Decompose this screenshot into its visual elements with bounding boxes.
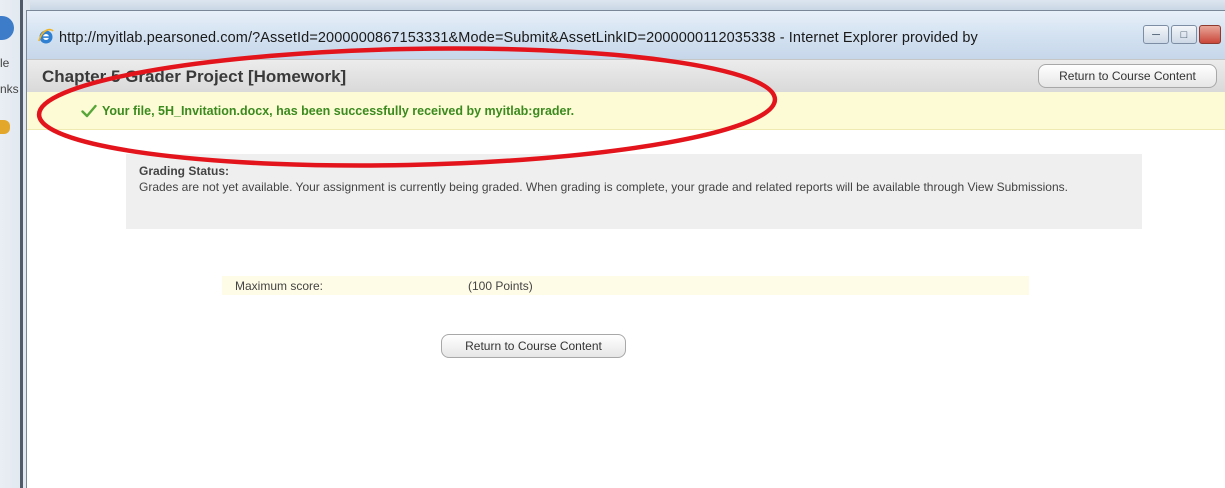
maximize-button[interactable]: □: [1171, 25, 1197, 44]
checkmark-icon: [81, 104, 97, 118]
maximize-icon: □: [1180, 28, 1188, 41]
popup-window: http://myitlab.pearsoned.com/?AssetId=20…: [26, 10, 1225, 488]
background-text-fragment: nks: [0, 82, 19, 96]
minimize-icon: ─: [1152, 28, 1160, 41]
background-favorites-icon: [0, 120, 10, 134]
minimize-button[interactable]: ─: [1143, 25, 1169, 44]
window-titlebar[interactable]: http://myitlab.pearsoned.com/?AssetId=20…: [27, 11, 1225, 59]
internet-explorer-icon: [38, 28, 54, 44]
background-toolbar: [30, 0, 1225, 10]
window-controls: ─ □: [1143, 25, 1221, 45]
close-button[interactable]: [1199, 25, 1221, 44]
grading-status-text: Grades are not yet available. Your assig…: [139, 180, 1068, 194]
background-ie-icon: [0, 16, 14, 40]
page-header: Chapter 5 Grader Project [Homework] Retu…: [27, 59, 1225, 93]
grading-status-heading: Grading Status:: [139, 164, 230, 178]
maximum-score-label: Maximum score:: [235, 279, 324, 293]
return-to-course-content-button-bottom[interactable]: Return to Course Content: [441, 334, 626, 358]
success-message: Your file, 5H_Invitation.docx, has been …: [102, 104, 575, 118]
background-text-fragment: le: [0, 56, 10, 70]
return-to-course-content-button[interactable]: Return to Course Content: [1038, 64, 1217, 88]
maximum-score-row: Maximum score: (100 Points): [222, 276, 1029, 295]
window-title: http://myitlab.pearsoned.com/?AssetId=20…: [59, 30, 978, 46]
page-title: Chapter 5 Grader Project [Homework]: [42, 67, 347, 86]
grading-status-panel: Grading Status: Grades are not yet avail…: [126, 154, 1142, 229]
maximum-score-value: (100 Points): [468, 279, 533, 293]
success-banner: Your file, 5H_Invitation.docx, has been …: [27, 92, 1225, 130]
background-edge: [20, 0, 23, 488]
